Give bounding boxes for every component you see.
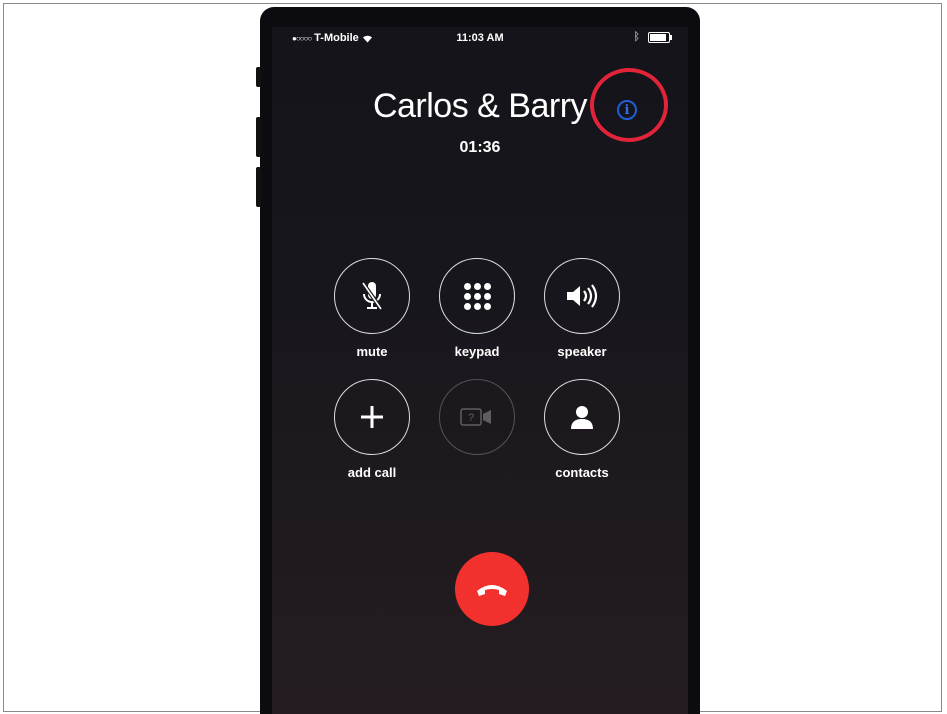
- end-call-button[interactable]: [455, 552, 529, 626]
- facetime-button[interactable]: ?: [439, 379, 515, 455]
- add-call-label: add call: [347, 465, 397, 480]
- mute-button[interactable]: [334, 258, 410, 334]
- status-bar: ●○○○○ T-Mobile 11:03 AM ᛒ: [272, 27, 688, 49]
- facetime-icon: ?: [460, 408, 491, 426]
- speaker-button[interactable]: [544, 258, 620, 334]
- contact-icon: [571, 406, 593, 429]
- mute-label: mute: [356, 344, 388, 359]
- status-time: 11:03 AM: [456, 32, 504, 44]
- speaker-icon: [567, 284, 598, 308]
- bluetooth-icon: ᛒ: [633, 31, 640, 43]
- volume-up-button: [256, 117, 261, 157]
- keypad-label: keypad: [454, 344, 500, 359]
- status-right: ᛒ: [633, 31, 672, 43]
- mute-switch: [256, 67, 261, 87]
- svg-text:?: ?: [468, 412, 474, 424]
- highlight-circle: [590, 68, 668, 142]
- add-call-button[interactable]: [334, 379, 410, 455]
- battery-icon: [648, 31, 672, 43]
- microphone-muted-icon: [361, 281, 383, 311]
- contacts-label: contacts: [555, 465, 609, 480]
- speaker-label: speaker: [557, 344, 607, 359]
- keypad-button[interactable]: [439, 258, 515, 334]
- keypad-icon: [463, 282, 491, 310]
- volume-down-button: [256, 167, 261, 207]
- end-call-phone-icon: [477, 585, 507, 596]
- contacts-button[interactable]: [544, 379, 620, 455]
- plus-icon: [361, 406, 383, 428]
